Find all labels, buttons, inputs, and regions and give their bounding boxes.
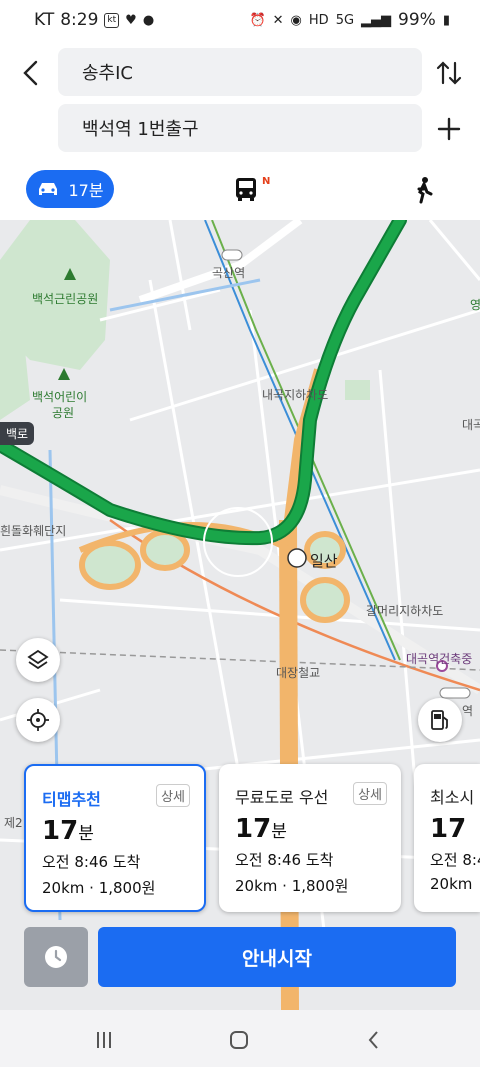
route-detail-button[interactable]: 상세 (156, 784, 190, 807)
clock-time: 8:29 (60, 10, 99, 30)
fuel-pump-icon (431, 710, 448, 730)
system-nav-bar (0, 1010, 480, 1067)
map-label-station: 대곡역건축중 (406, 652, 473, 666)
interchange-loop (140, 529, 190, 571)
tab-walk[interactable] (410, 176, 438, 204)
tab-car[interactable]: 17분 (26, 170, 114, 208)
destination-input[interactable]: 백석역 1번출구 (58, 104, 422, 152)
route-duration: 17분 (235, 814, 401, 844)
layers-icon (27, 649, 49, 670)
route-arrival: 오전 8:4 (430, 851, 480, 869)
home-icon[interactable] (227, 1028, 251, 1052)
interchange-loop (300, 577, 350, 623)
chat-icon: ● (142, 12, 155, 28)
add-waypoint-icon[interactable] (434, 114, 464, 144)
heart-icon: ♥ (125, 12, 137, 28)
car-time-label: 17분 (68, 181, 104, 200)
route-fare: 1,800원 (291, 877, 349, 895)
station-marker-icon (439, 687, 471, 699)
route-duration-unit: 분 (78, 824, 94, 844)
map-label-park: 백석어린이 (32, 390, 88, 404)
route-arrival: 오전 8:46 도착 (235, 851, 334, 869)
map-label-edge: 대곡 (462, 418, 480, 432)
route-option-title: 최소시 (430, 788, 475, 807)
departure-time-button[interactable] (24, 927, 88, 987)
route-fare: 1,800원 (98, 879, 156, 897)
origin-input[interactable]: 송추IC (58, 48, 422, 96)
map-label-station: 곡산역 (212, 266, 246, 280)
origin-text: 송추IC (82, 63, 133, 84)
route-arrival: 오전 8:46 도착 (42, 853, 141, 871)
recent-apps-icon[interactable] (92, 1028, 116, 1052)
start-navigation-button[interactable]: 안내시작 (98, 927, 456, 987)
park-marker-icon (58, 368, 70, 380)
route-option-card[interactable]: 무료도로 우선 상세 17분 오전 8:46 도착 20km · 1,800원 (219, 764, 401, 912)
mute-icon: ✕ (272, 12, 284, 28)
route-distance: 20km (235, 877, 278, 895)
status-left: KT 8:29 kt ♥ ● (34, 10, 154, 30)
current-location-button[interactable] (16, 698, 60, 742)
map-label-park: 공원 (52, 406, 75, 420)
battery-percent: 99% (398, 10, 436, 30)
status-right: ⏰ ✕ ◉ HD 5G ▂▄▆ 99% ▮ (249, 10, 450, 30)
road-name-tag: 백로 (0, 422, 35, 445)
carrier-label: KT (34, 10, 55, 30)
car-icon (39, 183, 58, 195)
route-duration-value: 17 (235, 814, 272, 844)
map-label-complex: 흰돌화훼단지 (0, 524, 67, 538)
crosshair-icon (27, 709, 49, 731)
route-duration: 17분 (42, 816, 204, 846)
gas-station-button[interactable] (418, 698, 462, 742)
interchange-loop (79, 540, 141, 590)
walk-icon (422, 177, 428, 183)
route-duration-value: 17 (42, 816, 79, 846)
route-duration-unit: 분 (271, 822, 287, 842)
layers-button[interactable] (16, 638, 60, 682)
destination-text: 백석역 1번출구 (82, 119, 199, 140)
map-label-edge: 역 (462, 704, 474, 718)
route-distance: 20km (430, 875, 473, 893)
route-distance-fare: 20km · 1,800원 (235, 877, 349, 895)
swap-icon[interactable] (434, 58, 464, 88)
network-icon: 5G (335, 12, 355, 28)
back-icon[interactable] (16, 58, 46, 88)
route-distance: 20km (42, 879, 85, 897)
map-label-underpass: 내곡지하차도 (262, 388, 329, 402)
route-option-card[interactable]: 티맵추천 상세 17분 오전 8:46 도착 20km · 1,800원 (24, 764, 206, 912)
back-nav-icon[interactable] (362, 1028, 386, 1052)
station-marker-icon (221, 249, 243, 261)
map-label-park: 백석근린공원 (32, 292, 99, 306)
carrier-app-icon: kt (104, 12, 120, 28)
park-area (345, 380, 370, 400)
bus-new-badge: N (262, 176, 271, 187)
ic-marker-icon (287, 548, 307, 568)
route-distance-fare: 20km · 1,800원 (42, 879, 156, 897)
hd-icon: HD (308, 12, 329, 28)
map-label-bridge: 대장철교 (276, 666, 321, 680)
location-icon: ◉ (290, 12, 302, 28)
map-label-underpass: 갈머리지하차도 (366, 604, 444, 618)
map-label-edge: 제2 (4, 816, 23, 830)
clock-icon (45, 946, 67, 968)
route-detail-button[interactable]: 상세 (353, 782, 387, 805)
signal-icon: ▂▄▆ (361, 12, 392, 28)
status-bar: KT 8:29 kt ♥ ● ⏰ ✕ ◉ HD 5G ▂▄▆ 99% ▮ (0, 0, 480, 40)
alarm-icon: ⏰ (249, 12, 266, 28)
map-label-edge: 영 (470, 298, 480, 312)
battery-icon: ▮ (442, 12, 450, 28)
route-option-card[interactable]: 최소시 17 오전 8:4 20km (414, 764, 480, 912)
map-label-ic: 일산 (310, 552, 338, 570)
route-duration: 17 (430, 814, 467, 844)
